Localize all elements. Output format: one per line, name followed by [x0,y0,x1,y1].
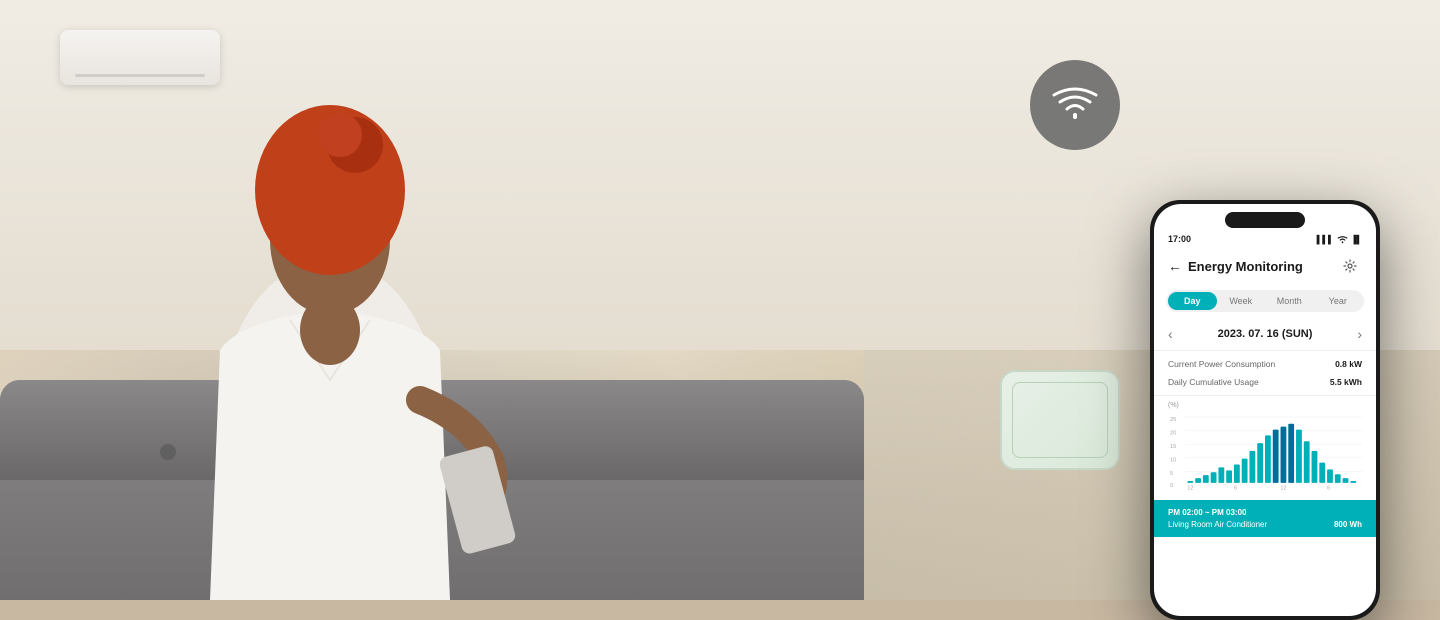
tab-month[interactable]: Month [1265,292,1314,310]
bottom-card-watt: 800 Wh [1334,520,1362,529]
svg-text:15: 15 [1170,444,1176,450]
decorative-pillow [1000,370,1120,470]
bottom-card[interactable]: PM 02:00 ~ PM 03:00 Living Room Air Cond… [1154,500,1376,537]
app-header-left: ← Energy Monitoring [1168,258,1303,274]
app-header: ← Energy Monitoring [1154,248,1376,284]
svg-text:20: 20 [1170,430,1176,436]
wifi-status-icon [1337,235,1348,244]
chart-area: (%) 25 20 15 10 5 0 [1154,396,1376,496]
wifi-badge [1030,60,1120,150]
phone-notch [1225,212,1305,228]
back-button[interactable]: ← [1168,258,1182,274]
tab-bar: Day Week Month Year [1166,290,1364,312]
signal-icon: ▌▌▌ [1317,235,1334,244]
app-title: Energy Monitoring [1188,259,1303,274]
stat-value-daily: 5.5 kWh [1330,377,1362,387]
battery-icon: ▐▌ [1351,235,1362,244]
wifi-icon [1052,87,1098,123]
phone-mockup: 17:00 ▌▌▌ ▐▌ ← Energy Monitoring [1150,200,1380,620]
date-nav: ‹ 2023. 07. 16 (SUN) › [1154,318,1376,350]
gear-icon [1343,259,1357,273]
bottom-card-time: PM 02:00 ~ PM 03:00 [1168,508,1362,517]
svg-text:5: 5 [1170,471,1173,477]
stats-section: Current Power Consumption 0.8 kW Daily C… [1154,350,1376,396]
pillow-pattern [1012,382,1108,458]
svg-text:0: 0 [1170,483,1173,489]
status-icons: ▌▌▌ ▐▌ [1317,235,1362,244]
person-figure [50,0,650,600]
stat-label-daily: Daily Cumulative Usage [1168,377,1259,387]
bottom-card-device: Living Room Air Conditioner [1168,520,1267,529]
svg-text:12: 12 [1187,486,1193,491]
svg-text:6: 6 [1327,486,1330,491]
tab-day[interactable]: Day [1168,292,1217,310]
date-prev-button[interactable]: ‹ [1168,326,1173,342]
date-label: 2023. 07. 16 (SUN) [1218,328,1313,340]
svg-text:6: 6 [1234,486,1237,491]
tab-year[interactable]: Year [1314,292,1363,310]
tab-week[interactable]: Week [1217,292,1266,310]
svg-text:10: 10 [1170,458,1176,464]
chart-y-label: (%) [1168,402,1179,409]
energy-chart: 25 20 15 10 5 0 [1168,406,1362,491]
phone-screen: 17:00 ▌▌▌ ▐▌ ← Energy Monitoring [1154,204,1376,616]
stat-value-power: 0.8 kW [1335,359,1362,369]
bottom-card-row: Living Room Air Conditioner 800 Wh [1168,520,1362,529]
stat-row-daily: Daily Cumulative Usage 5.5 kWh [1168,373,1362,391]
status-bar: 17:00 ▌▌▌ ▐▌ [1154,228,1376,248]
settings-button[interactable] [1338,254,1362,278]
svg-text:12: 12 [1281,486,1287,491]
stat-row-power: Current Power Consumption 0.8 kW [1168,355,1362,373]
status-time: 17:00 [1168,234,1191,244]
stat-label-power: Current Power Consumption [1168,359,1275,369]
svg-text:25: 25 [1170,417,1176,423]
date-next-button[interactable]: › [1357,326,1362,342]
